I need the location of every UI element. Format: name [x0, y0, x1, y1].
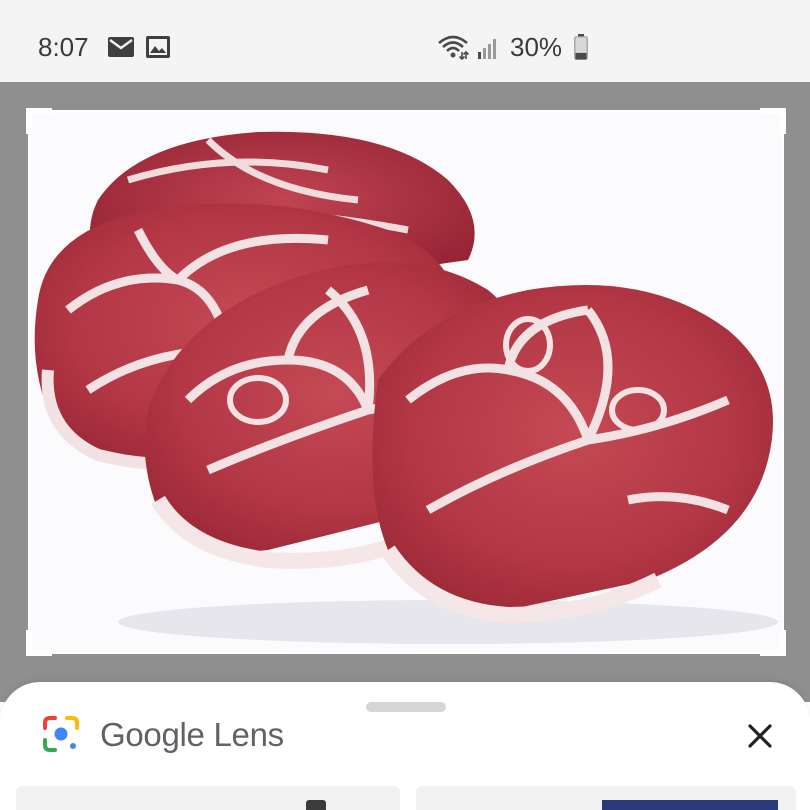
wifi-icon — [438, 35, 469, 60]
sheet-drag-handle[interactable] — [366, 702, 446, 712]
image-icon — [146, 36, 170, 58]
lens-title: Google Lens — [100, 716, 284, 753]
status-bar: 8:07 30% — [0, 0, 810, 82]
screen: 8:07 30% Google Lens — [0, 0, 810, 810]
battery-percent: 30% — [510, 32, 563, 62]
result-card[interactable] — [16, 786, 400, 810]
result-card[interactable] — [416, 786, 796, 810]
google-lens-icon — [43, 716, 79, 752]
crop-handle-top-left[interactable] — [26, 108, 52, 134]
status-time: 8:07 — [38, 32, 89, 62]
lens-bottom-sheet: Google Lens — [0, 682, 810, 810]
mail-icon — [108, 37, 134, 57]
close-icon[interactable] — [740, 716, 780, 756]
battery-icon — [574, 34, 588, 60]
result-thumbnail — [602, 800, 778, 810]
signal-icon — [478, 39, 496, 59]
photo-raw-meat-steaks[interactable] — [28, 110, 784, 654]
result-thumbnail — [306, 800, 326, 810]
crop-handle-top-right[interactable] — [760, 108, 786, 134]
image-viewer — [0, 82, 810, 702]
crop-handle-bottom-right[interactable] — [760, 630, 786, 656]
crop-handle-bottom-left[interactable] — [26, 630, 52, 656]
